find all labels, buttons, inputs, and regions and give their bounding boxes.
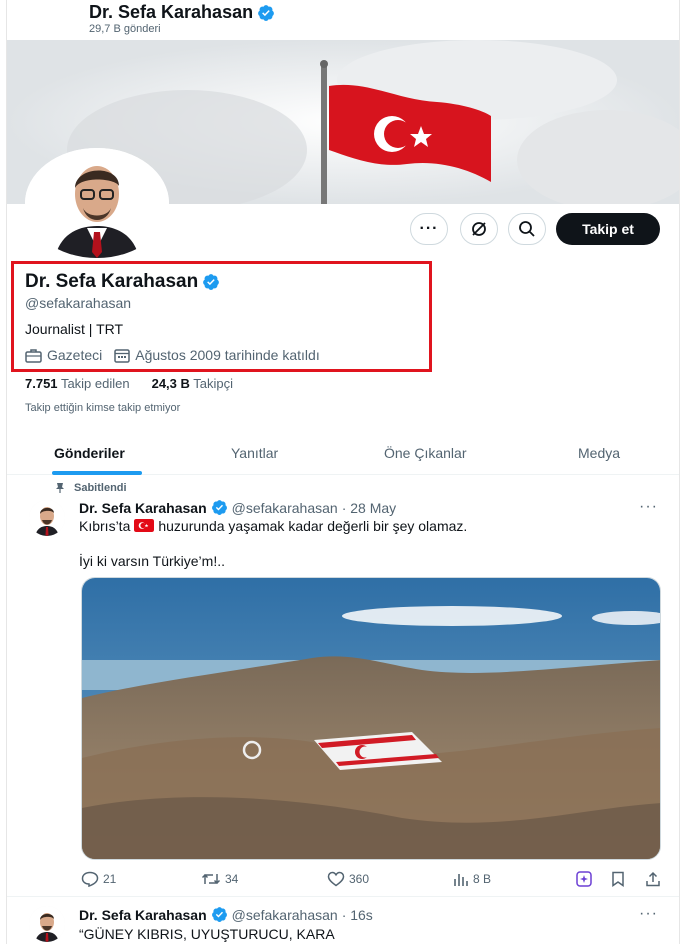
- profile-category: Gazeteci: [25, 347, 102, 363]
- followers-count: 24,3 B: [151, 376, 190, 391]
- tweet-divider: [7, 896, 679, 897]
- tweet-more-button[interactable]: ···: [639, 498, 658, 516]
- mutual-followers-note: Takip ettiğin kimse takip etmiyor: [25, 402, 181, 414]
- tab-posts[interactable]: Gönderiler: [54, 445, 125, 461]
- search-profile-button[interactable]: [508, 213, 546, 245]
- tweet-avatar[interactable]: [29, 906, 65, 942]
- more-dots-icon: ···: [639, 905, 658, 922]
- more-dots-icon: ···: [419, 220, 439, 237]
- profile-tabs: Gönderiler Yanıtlar Öne Çıkanlar Medya: [7, 435, 679, 475]
- verified-badge-icon: [211, 907, 227, 922]
- tweet-more-button[interactable]: ···: [639, 905, 658, 923]
- verified-badge-icon: [211, 500, 227, 515]
- tweet-time[interactable]: · 16s: [342, 907, 373, 923]
- following-label: Takip edilen: [60, 376, 130, 391]
- pin-icon: [56, 483, 64, 493]
- verified-badge-icon[interactable]: [202, 273, 220, 291]
- tweet-header: Dr. Sefa Karahasan @sefakarahasan · 28 M…: [79, 499, 396, 516]
- profile-page: Dr. Sefa Karahasan 29,7 B gönderi ··· Ta…: [6, 0, 680, 944]
- follow-stats: 7.751 Takip edilen 24,3 B Takipçi: [25, 376, 233, 391]
- following-link[interactable]: 7.751 Takip edilen: [25, 376, 130, 391]
- profile-meta: Gazeteci Ağustos 2009 tarihinde katıldı: [25, 347, 320, 363]
- grok-analyze-button[interactable]: [576, 871, 592, 887]
- tweet-avatar[interactable]: [29, 500, 65, 536]
- tweet-text-part1: Kıbrıs’ta: [79, 518, 131, 534]
- tab-highlights[interactable]: Öne Çıkanlar: [384, 445, 466, 461]
- tab-media[interactable]: Medya: [578, 445, 620, 461]
- followers-label: Takipçi: [193, 376, 234, 391]
- mountain-flag-photo: [82, 578, 660, 859]
- grok-icon: [472, 222, 486, 236]
- reply-icon: [81, 871, 99, 887]
- tweet-media-image[interactable]: [81, 577, 661, 860]
- profile-name-row: Dr. Sefa Karahasan: [25, 271, 220, 293]
- profile-joined-label: Ağustos 2009 tarihinde katıldı: [135, 347, 320, 363]
- verified-badge-icon: [258, 4, 274, 21]
- heart-icon: [327, 871, 345, 887]
- share-icon: [646, 871, 660, 887]
- profile-joined: Ağustos 2009 tarihinde katıldı: [114, 347, 320, 363]
- like-count: 360: [349, 872, 370, 886]
- tweet-text-part2: huzurunda yaşamak kadar değerli bir şey …: [158, 518, 468, 534]
- share-button[interactable]: [645, 871, 661, 887]
- tweet-text-line2: İyi ki varsın Türkiye’m!..: [79, 553, 225, 569]
- header-name-row: Dr. Sefa Karahasan: [89, 2, 275, 23]
- avatar-photo: [29, 906, 65, 942]
- profile-name: Dr. Sefa Karahasan: [25, 271, 199, 292]
- pinned-label: Sabitlendi: [74, 482, 127, 494]
- sticky-header: Dr. Sefa Karahasan 29,7 B gönderi: [7, 0, 679, 40]
- grok-button[interactable]: [460, 213, 498, 245]
- grok-spark-icon: [576, 871, 592, 887]
- calendar-icon: [114, 348, 130, 363]
- retweet-icon: [201, 873, 221, 885]
- tweet-time[interactable]: · 28 May: [342, 500, 396, 516]
- retweet-button[interactable]: 34: [201, 871, 238, 887]
- header-name: Dr. Sefa Karahasan: [89, 2, 254, 22]
- tweet-actions: 21 34 360 8 B: [79, 871, 661, 889]
- tweet-author-handle[interactable]: @sefakarahasan: [232, 500, 338, 516]
- tweet-header: Dr. Sefa Karahasan @sefakarahasan · 16s: [79, 906, 373, 923]
- turkey-flag-icon: [134, 519, 155, 532]
- more-options-button[interactable]: ···: [410, 213, 448, 245]
- profile-actions: ··· Takip et: [7, 213, 679, 245]
- views-chart-icon: [454, 874, 468, 886]
- followers-link[interactable]: 24,3 B Takipçi: [152, 376, 233, 391]
- profile-category-label: Gazeteci: [47, 347, 103, 363]
- following-count: 7.751: [25, 376, 58, 391]
- views-button[interactable]: 8 B: [453, 871, 491, 887]
- header-post-count: 29,7 B gönderi: [89, 23, 161, 35]
- tab-replies[interactable]: Yanıtlar: [231, 445, 278, 461]
- profile-bio: Journalist | TRT: [25, 321, 124, 337]
- views-count: 8 B: [473, 872, 492, 886]
- reply-button[interactable]: 21: [81, 871, 116, 887]
- reply-count: 21: [103, 872, 117, 886]
- tweet-author-handle[interactable]: @sefakarahasan: [232, 907, 338, 923]
- tweet-author-name[interactable]: Dr. Sefa Karahasan: [79, 907, 207, 923]
- tweet-text-line1: Kıbrıs’ta huzurunda yaşamak kadar değerli…: [79, 517, 467, 535]
- follow-button[interactable]: Takip et: [556, 213, 660, 245]
- briefcase-icon: [25, 348, 42, 363]
- profile-handle: @sefakarahasan: [25, 295, 132, 311]
- tweet-text: “GÜNEY KIBRIS, UYUŞTURUCU, KARA: [79, 926, 335, 942]
- search-icon: [519, 221, 535, 237]
- active-tab-indicator: [52, 471, 142, 475]
- like-button[interactable]: 360: [327, 871, 369, 887]
- retweet-count: 34: [225, 872, 239, 886]
- tweet-author-name[interactable]: Dr. Sefa Karahasan: [79, 500, 207, 516]
- bookmark-icon: [612, 871, 624, 887]
- pinned-indicator: Sabitlendi: [54, 482, 127, 494]
- bookmark-button[interactable]: [611, 871, 625, 887]
- more-dots-icon: ···: [639, 498, 658, 515]
- avatar-photo: [29, 500, 65, 536]
